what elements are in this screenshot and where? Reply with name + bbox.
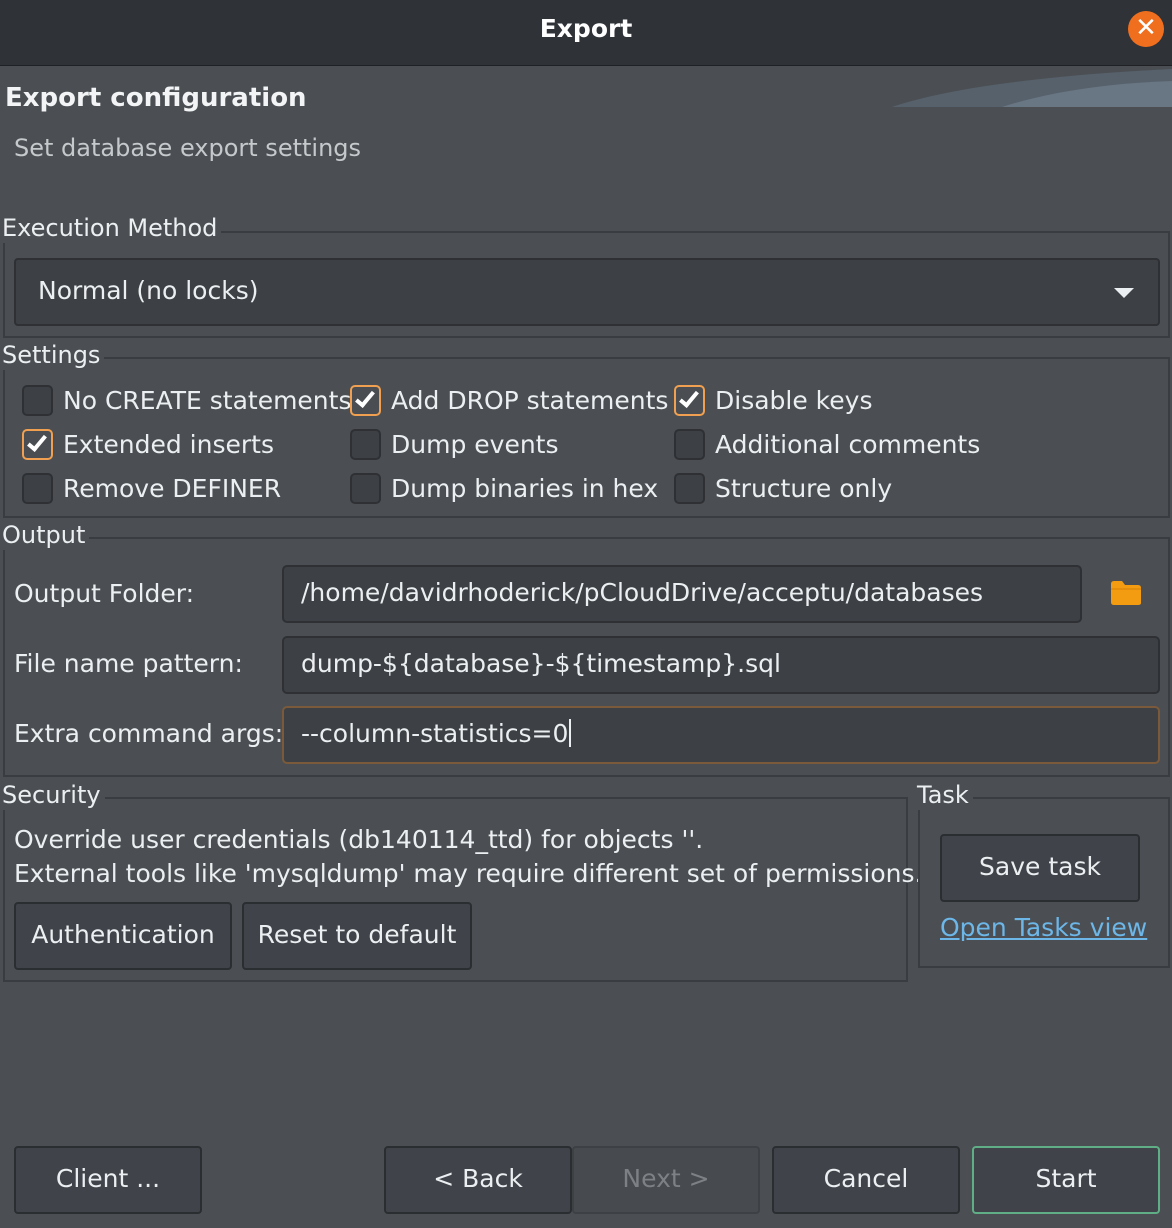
checkbox-box[interactable] xyxy=(350,472,381,504)
text-caret xyxy=(569,719,572,747)
checkbox-label: Remove DEFINER xyxy=(63,473,282,503)
execution-method-select[interactable]: Normal (no locks) xyxy=(14,258,1160,326)
back-button[interactable]: < Back xyxy=(384,1146,572,1214)
checkbox-label: Add DROP statements xyxy=(391,385,669,415)
window-title: Export xyxy=(539,14,633,43)
checkbox-box[interactable] xyxy=(350,428,381,460)
extra-command-args-input[interactable]: --column-statistics=0 xyxy=(282,706,1160,764)
checkbox-no-create-statements[interactable]: No CREATE statements xyxy=(22,382,351,418)
checkbox-dump-binaries-in-hex[interactable]: Dump binaries in hex xyxy=(350,470,658,506)
extra-command-args-label: Extra command args: xyxy=(14,719,284,748)
check-icon xyxy=(679,386,699,408)
client-button[interactable]: Client ... xyxy=(14,1146,202,1214)
checkbox-additional-comments[interactable]: Additional comments xyxy=(674,426,980,462)
checkbox-disable-keys[interactable]: Disable keys xyxy=(674,382,872,418)
wizard-header: Export configuration Set database export… xyxy=(0,67,1172,197)
settings-label: Settings xyxy=(2,340,105,370)
folder-icon[interactable] xyxy=(1110,580,1142,606)
checkbox-label: Dump events xyxy=(391,429,559,459)
checkbox-box[interactable] xyxy=(22,472,53,504)
checkbox-extended-inserts[interactable]: Extended inserts xyxy=(22,426,274,462)
file-name-pattern-label: File name pattern: xyxy=(14,649,243,678)
security-info-line-2: External tools like 'mysqldump' may requ… xyxy=(14,859,923,888)
checkbox-structure-only[interactable]: Structure only xyxy=(674,470,892,506)
output-label: Output xyxy=(2,520,90,550)
start-button[interactable]: Start xyxy=(972,1146,1160,1214)
extra-command-args-value: --column-statistics=0 xyxy=(301,719,569,748)
task-label: Task xyxy=(917,780,973,810)
checkbox-box[interactable] xyxy=(350,384,381,416)
checkbox-label: Disable keys xyxy=(715,385,873,415)
security-info-line-1: Override user credentials (db140114_ttd)… xyxy=(14,825,704,854)
security-label: Security xyxy=(2,780,105,810)
checkbox-label: No CREATE statements xyxy=(63,385,352,415)
checkbox-label: Dump binaries in hex xyxy=(391,473,659,503)
next-button[interactable]: Next > xyxy=(572,1146,760,1214)
dropdown-arrow-icon xyxy=(1114,288,1134,298)
save-task-button[interactable]: Save task xyxy=(940,834,1140,902)
checkbox-box[interactable] xyxy=(674,384,705,416)
execution-method-label: Execution Method xyxy=(2,213,222,243)
check-icon xyxy=(355,386,375,408)
output-folder-label: Output Folder: xyxy=(14,579,195,608)
reset-to-default-button[interactable]: Reset to default xyxy=(242,902,472,970)
header-decoration xyxy=(892,69,1172,107)
checkbox-label: Extended inserts xyxy=(63,429,274,459)
close-icon: ✕ xyxy=(1135,13,1157,43)
page-title: Export configuration xyxy=(5,83,307,113)
checkbox-box[interactable] xyxy=(674,428,705,460)
checkbox-box[interactable] xyxy=(674,472,705,504)
open-tasks-view-link[interactable]: Open Tasks view xyxy=(940,913,1147,942)
checkbox-box[interactable] xyxy=(22,384,53,416)
cancel-button[interactable]: Cancel xyxy=(772,1146,960,1214)
file-name-pattern-input[interactable]: dump-${database}-${timestamp}.sql xyxy=(282,636,1160,694)
page-subtitle: Set database export settings xyxy=(14,134,362,162)
checkbox-label: Additional comments xyxy=(715,429,981,459)
checkbox-remove-definer[interactable]: Remove DEFINER xyxy=(22,470,281,506)
title-bar: Export ✕ xyxy=(0,0,1172,66)
output-folder-input[interactable]: /home/davidrhoderick/pCloudDrive/acceptu… xyxy=(282,565,1082,623)
check-icon xyxy=(27,430,47,452)
checkbox-add-drop-statements[interactable]: Add DROP statements xyxy=(350,382,668,418)
authentication-button[interactable]: Authentication xyxy=(14,902,232,970)
checkbox-label: Structure only xyxy=(715,473,893,503)
close-button[interactable]: ✕ xyxy=(1128,11,1164,47)
checkbox-box[interactable] xyxy=(22,428,53,460)
execution-method-value: Normal (no locks) xyxy=(38,276,259,305)
checkbox-dump-events[interactable]: Dump events xyxy=(350,426,559,462)
